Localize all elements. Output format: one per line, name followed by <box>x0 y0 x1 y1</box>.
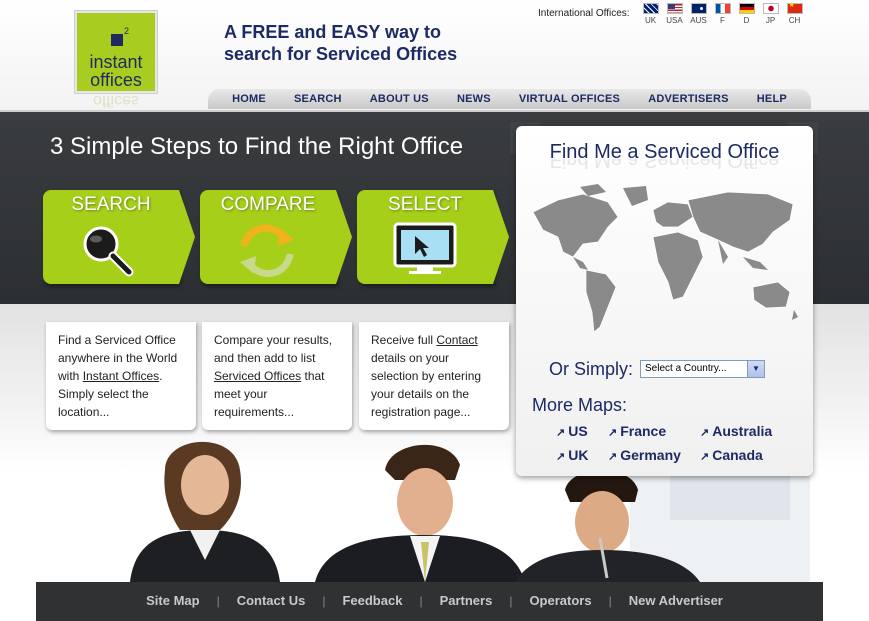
japan-flag-icon <box>762 3 779 14</box>
monitor-cursor-icon <box>393 222 457 274</box>
step-search-button[interactable]: SEARCH <box>43 190 195 284</box>
china-flag-icon <box>786 1 803 14</box>
more-maps-label: More Maps: <box>532 395 628 415</box>
tagline: A FREE and EASY way to search for Servic… <box>224 21 457 65</box>
flag-label: D <box>743 16 750 25</box>
tagline-line-2: search for Serviced Offices <box>224 44 458 64</box>
magnifier-icon <box>83 226 134 277</box>
site-footer: Site Map | Contact Us | Feedback | Partn… <box>0 582 869 621</box>
tagline-line-1: A FREE and EASY way to <box>224 22 442 42</box>
map-panel-title-reflection: Find Me a Serviced Office <box>549 159 780 171</box>
step-arrow <box>179 190 195 284</box>
instant-offices-logo[interactable]: 2 instant offices <box>75 11 157 93</box>
flag-link-usa[interactable]: USA <box>665 3 684 25</box>
flag-link-uk[interactable]: UK <box>641 3 660 25</box>
card-text: details on your selection by entering yo… <box>371 351 482 419</box>
main-nav: HOME SEARCH ABOUT US NEWS VIRTUAL OFFICE… <box>208 89 811 109</box>
uk-flag-icon <box>642 3 659 14</box>
footer-link-contact-us[interactable]: Contact Us <box>220 593 323 608</box>
nav-advertisers[interactable]: ADVERTISERS <box>648 93 728 105</box>
map-link-us[interactable]: US <box>556 423 587 439</box>
flag-label: F <box>720 16 725 25</box>
site-header: 2 instant offices offices A FREE and EAS… <box>0 0 869 110</box>
card-text: Receive full <box>371 333 437 347</box>
logo-square-icon <box>111 34 123 46</box>
step-description-select: Receive full Contact details on your sel… <box>359 322 509 430</box>
map-link-uk[interactable]: UK <box>556 447 588 463</box>
map-link-australia[interactable]: Australia <box>700 423 772 439</box>
nav-news[interactable]: NEWS <box>457 93 491 105</box>
step-label-select: SELECT <box>388 194 462 215</box>
find-office-panel: Find Me a Serviced Office Find Me a Serv… <box>516 126 813 476</box>
country-select[interactable]: Select a Country... ▼ <box>640 360 765 378</box>
step-label-compare: COMPARE <box>220 194 316 215</box>
step-label-search: SEARCH <box>71 194 151 215</box>
flag-label: AUS <box>690 16 707 25</box>
germany-flag-icon <box>738 3 755 14</box>
logo-superscript: 2 <box>124 26 130 36</box>
country-select-value: Select a Country... <box>645 363 727 374</box>
chevron-down-icon[interactable]: ▼ <box>747 361 764 377</box>
step-description-search: Find a Serviced Office anywhere in the W… <box>46 322 196 430</box>
logo-word-instant: instant <box>89 52 143 72</box>
map-link-germany[interactable]: Germany <box>608 447 681 463</box>
map-link-france[interactable]: France <box>608 423 666 439</box>
nav-search[interactable]: SEARCH <box>294 93 342 105</box>
footer-link-site-map[interactable]: Site Map <box>129 593 216 608</box>
logo-reflection: offices <box>93 95 139 109</box>
contact-link[interactable]: Contact <box>436 333 477 347</box>
map-link-canada[interactable]: Canada <box>700 447 763 463</box>
flag-link-france[interactable]: F <box>713 3 732 25</box>
flag-link-germany[interactable]: D <box>737 3 756 25</box>
step-description-compare: Compare your results, and then add to li… <box>202 322 352 430</box>
flag-label: JP <box>765 16 776 25</box>
footer-link-feedback[interactable]: Feedback <box>325 593 419 608</box>
step-arrow <box>336 190 352 284</box>
flag-link-aus[interactable]: AUS <box>689 3 708 25</box>
flag-link-japan[interactable]: JP <box>761 3 780 25</box>
flag-label: UK <box>644 16 657 25</box>
flag-link-china[interactable]: CH <box>785 1 804 25</box>
footer-link-operators[interactable]: Operators <box>512 593 608 608</box>
nav-about-us[interactable]: ABOUT US <box>370 93 429 105</box>
card-text: Compare your results, and then add to li… <box>214 333 333 365</box>
usa-flag-icon <box>666 3 683 14</box>
france-flag-icon <box>714 3 731 14</box>
step-select-button[interactable]: SELECT <box>357 190 509 284</box>
step-arrow <box>493 190 509 284</box>
nav-help[interactable]: HELP <box>757 93 787 105</box>
nav-virtual-offices[interactable]: VIRTUAL OFFICES <box>519 93 620 105</box>
steps-title: 3 Simple Steps to Find the Right Office <box>50 133 464 160</box>
international-flags: UK USA AUS F D JP CH <box>641 1 804 25</box>
australia-flag-icon <box>690 3 707 14</box>
flag-label: CH <box>788 16 801 25</box>
footer-links: Site Map | Contact Us | Feedback | Partn… <box>0 593 869 608</box>
international-offices-label: International Offices: <box>538 8 630 19</box>
refresh-arrows-icon <box>240 224 294 277</box>
flag-label: USA <box>666 16 683 25</box>
instant-offices-link[interactable]: Instant Offices <box>83 369 159 383</box>
or-simply-label: Or Simply: <box>549 359 634 379</box>
nav-home[interactable]: HOME <box>232 93 266 105</box>
step-compare-button[interactable]: COMPARE <box>200 190 352 284</box>
logo-word-offices: offices <box>90 70 142 90</box>
world-map[interactable] <box>528 182 804 337</box>
footer-link-partners[interactable]: Partners <box>423 593 510 608</box>
serviced-offices-link[interactable]: Serviced Offices <box>214 369 301 383</box>
footer-link-new-advertiser[interactable]: New Advertiser <box>612 593 740 608</box>
